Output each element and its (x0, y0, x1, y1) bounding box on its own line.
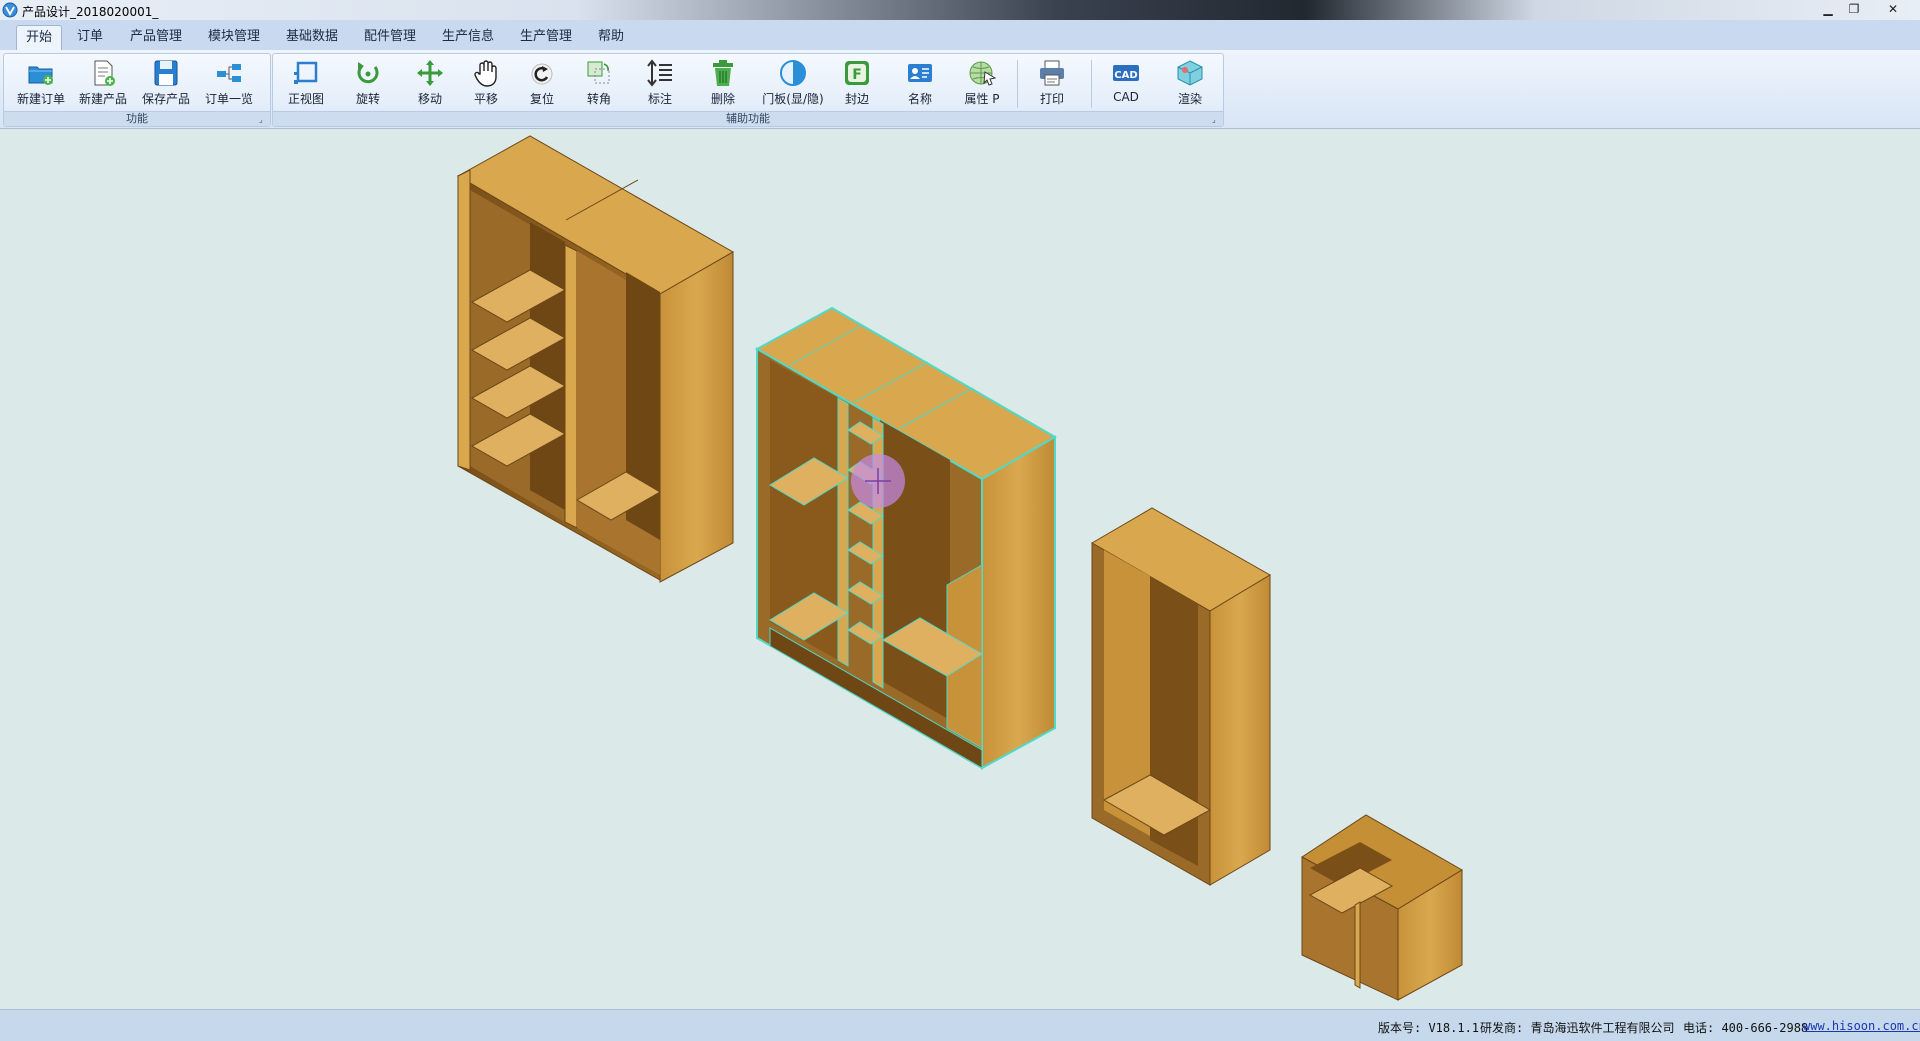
pan-hand-icon (474, 60, 497, 87)
edge-band-icon: F (845, 61, 869, 85)
save-product-button[interactable]: 保存产品 (137, 56, 195, 110)
cad-button[interactable]: CAD CAD (1097, 56, 1155, 110)
folder-add-icon (28, 66, 53, 85)
website-link[interactable]: www.hisoon.com.cn (1803, 1019, 1920, 1033)
version-label: 版本号: V18.1.1 (1378, 1021, 1480, 1035)
ribbon-group-functions: 新建订单 新建产品 保存产品 订单一览 功能 ⌟ (3, 53, 271, 127)
properties-globe-icon (969, 61, 997, 86)
svg-text:CAD: CAD (1114, 70, 1137, 81)
cabinet-small[interactable] (1301, 814, 1463, 1001)
group-launcher-icon[interactable]: ⌟ (259, 116, 267, 124)
rotate-button[interactable]: 旋转 (339, 56, 397, 110)
cabinet-selected[interactable] (754, 306, 1058, 770)
svg-text:F: F (852, 67, 862, 83)
reset-button[interactable]: 复位 (513, 56, 571, 110)
developer-label: 研发商: 青岛海迅软件工程有限公司 (1480, 1021, 1675, 1035)
ribbon-tabs: 开始 订单 产品管理 模块管理 基础数据 配件管理 生产信息 生产管理 帮助 (0, 20, 1920, 51)
front-view-icon (294, 61, 318, 84)
ribbon-panel: 新建订单 新建产品 保存产品 订单一览 功能 ⌟ 正视图 旋转 移动 平移 复位… (0, 50, 1920, 129)
tab-module-management[interactable]: 模块管理 (199, 25, 269, 49)
save-icon (154, 60, 178, 86)
ribbon-separator (1091, 60, 1092, 108)
title-bar: 产品设计_2018020001_ ▁ ❐ ✕ (0, 0, 1920, 20)
restore-button[interactable]: ❐ (1843, 1, 1865, 18)
status-bar: 版本号: V18.1.1 研发商: 青岛海迅软件工程有限公司 电话: 400-6… (0, 1009, 1920, 1041)
document-add-icon (94, 60, 115, 86)
reset-icon (531, 63, 553, 85)
trash-icon (713, 60, 733, 86)
3d-viewport[interactable] (0, 129, 1920, 1009)
tab-help[interactable]: 帮助 (589, 25, 633, 49)
tab-production-management[interactable]: 生产管理 (511, 25, 581, 49)
group-launcher-icon[interactable]: ⌟ (1212, 116, 1220, 124)
edge-band-button[interactable]: F 封边 (828, 56, 886, 110)
delete-button[interactable]: 删除 (694, 56, 752, 110)
tab-product-management[interactable]: 产品管理 (121, 25, 191, 49)
move-button[interactable]: 移动 (401, 56, 459, 110)
pan-button[interactable]: 平移 (457, 56, 515, 110)
render-button[interactable]: 渲染 (1161, 56, 1219, 110)
window-title: 产品设计_2018020001_ (22, 5, 159, 19)
corner-icon (587, 61, 610, 84)
cabinet-large-wardrobe[interactable] (456, 135, 735, 583)
door-toggle-icon (780, 60, 806, 86)
group-label-functions: 功能 (4, 111, 270, 126)
tab-order[interactable]: 订单 (68, 25, 112, 49)
dimension-icon (647, 59, 672, 87)
properties-button[interactable]: 属性 P (953, 56, 1011, 110)
door-toggle-button[interactable]: 门板(显/隐) (757, 56, 829, 110)
tab-start[interactable]: 开始 (16, 25, 63, 50)
dimension-button[interactable]: 标注 (631, 56, 689, 110)
scene-canvas[interactable] (0, 129, 1920, 1009)
front-view-button[interactable]: 正视图 (277, 56, 335, 110)
tab-base-data[interactable]: 基础数据 (277, 25, 347, 49)
print-button[interactable]: 打印 (1023, 56, 1081, 110)
tab-accessory-management[interactable]: 配件管理 (355, 25, 425, 49)
tab-production-info[interactable]: 生产信息 (433, 25, 503, 49)
group-label-aux: 辅助功能 (273, 111, 1223, 126)
ribbon-group-aux: 正视图 旋转 移动 平移 复位 转角 标注 删除 门板(显/隐) F 封边 名称… (272, 53, 1224, 127)
close-button[interactable]: ✕ (1882, 1, 1904, 18)
phone-label: 电话: 400-666-2988 (1683, 1021, 1809, 1035)
name-card-icon (908, 64, 932, 82)
new-order-button[interactable]: 新建订单 (12, 56, 70, 110)
cad-icon: CAD (1113, 65, 1139, 81)
new-product-button[interactable]: 新建产品 (74, 56, 132, 110)
app-logo-icon (2, 2, 18, 18)
render-icon (1177, 60, 1203, 86)
ribbon-separator (1017, 60, 1018, 108)
order-list-button[interactable]: 订单一览 (200, 56, 258, 110)
printer-icon (1040, 60, 1064, 86)
move-icon (417, 60, 443, 86)
corner-button[interactable]: 转角 (570, 56, 628, 110)
cabinet-tall[interactable] (1091, 507, 1271, 886)
minimize-button[interactable]: ▁ (1817, 1, 1839, 18)
name-button[interactable]: 名称 (891, 56, 949, 110)
rotate-icon (357, 62, 379, 84)
order-list-icon (217, 64, 241, 82)
